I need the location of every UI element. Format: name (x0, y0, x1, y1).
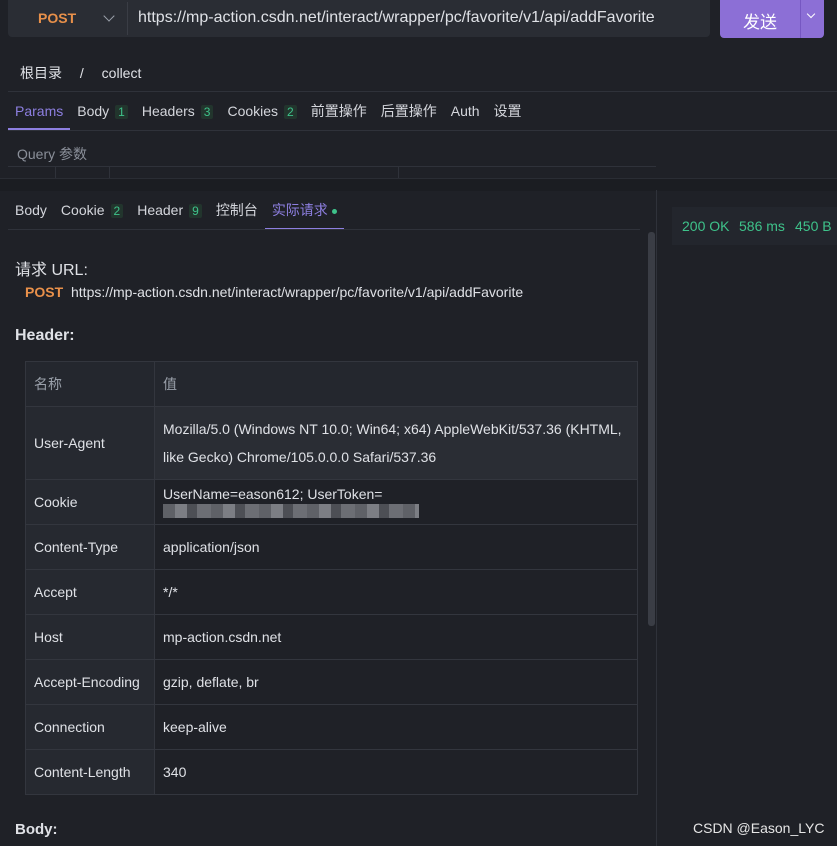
send-button[interactable]: 发送 (720, 0, 824, 38)
breadcrumb: 根目录 / collect (20, 63, 155, 83)
table-row: Connection keep-alive (25, 704, 638, 750)
header-name: Content-Length (25, 749, 155, 795)
url-bar: POST https://mp-action.csdn.net/interact… (8, 0, 710, 37)
tab-pre-operation[interactable]: 前置操作 (304, 92, 374, 130)
table-row: Content-Type application/json (25, 524, 638, 570)
url-input[interactable]: https://mp-action.csdn.net/interact/wrap… (138, 9, 655, 27)
divider (8, 130, 837, 131)
count-badge: 2 (284, 105, 297, 119)
divider (127, 2, 128, 35)
header-value: UserName=eason612; UserToken= (163, 485, 383, 502)
table-row: User-Agent Mozilla/5.0 (Windows NT 10.0;… (25, 406, 638, 480)
header-table: 名称 值 User-Agent Mozilla/5.0 (Windows NT … (25, 361, 638, 795)
header-section-title: Header: (15, 327, 75, 344)
tab-response-body[interactable]: Body (8, 190, 54, 230)
count-badge: 3 (200, 105, 214, 119)
header-value: gzip, deflate, br (154, 659, 638, 705)
body-section-title: Body: (15, 821, 58, 838)
method-select[interactable]: POST (38, 10, 76, 26)
header-value: application/json (154, 524, 638, 570)
tab-headers[interactable]: Headers 3 (135, 92, 221, 130)
tab-body[interactable]: Body 1 (70, 92, 135, 130)
request-url-title: 请求 URL: (15, 262, 88, 279)
tab-response-cookie[interactable]: Cookie 2 (54, 190, 130, 230)
chevron-down-icon[interactable] (101, 6, 119, 28)
breadcrumb-root[interactable]: 根目录 (20, 65, 62, 81)
table-row: Host mp-action.csdn.net (25, 614, 638, 660)
table-row: Content-Length 340 (25, 749, 638, 795)
tab-settings[interactable]: 设置 (487, 92, 529, 130)
header-name: Host (25, 614, 155, 660)
column-header-value: 值 (154, 361, 638, 407)
header-name: Content-Type (25, 524, 155, 570)
tab-response-header[interactable]: Header 9 (130, 190, 209, 230)
request-method: POST (25, 284, 64, 300)
send-button-label[interactable]: 发送 (720, 8, 800, 33)
header-value: keep-alive (154, 704, 638, 750)
divider (8, 229, 640, 230)
header-value: Mozilla/5.0 (Windows NT 10.0; Win64; x64… (154, 406, 638, 480)
header-value-cell: UserName=eason612; UserToken= (154, 479, 638, 525)
breadcrumb-separator: / (79, 65, 84, 81)
header-value: 340 (154, 749, 638, 795)
watermark: CSDN @Eason_LYC (693, 820, 825, 836)
column-header-name: 名称 (25, 361, 155, 407)
chevron-down-icon[interactable] (806, 10, 818, 22)
vertical-splitter[interactable] (656, 190, 657, 846)
header-value: */* (154, 569, 638, 615)
table-header-row: 名称 值 (25, 361, 638, 407)
response-tabs: Body Cookie 2 Header 9 控制台 实际请求 (8, 190, 344, 230)
response-time: 586 ms (739, 218, 785, 234)
tab-auth[interactable]: Auth (444, 92, 487, 130)
query-params-label: Query 参数 (17, 146, 88, 162)
header-name: User-Agent (25, 406, 155, 480)
status-dot-icon (331, 208, 337, 214)
header-name: Accept (25, 569, 155, 615)
header-name: Connection (25, 704, 155, 750)
count-badge: 2 (110, 204, 124, 218)
header-name: Accept-Encoding (25, 659, 155, 705)
scrollbar[interactable] (648, 232, 655, 626)
tab-cookies[interactable]: Cookies 2 (220, 92, 303, 130)
redacted-token (163, 504, 419, 519)
tab-post-operation[interactable]: 后置操作 (374, 92, 444, 130)
response-status: 200 OK 586 ms 450 B (672, 207, 837, 245)
breadcrumb-current: collect (101, 65, 142, 81)
table-row: Accept */* (25, 569, 638, 615)
status-code: 200 OK (682, 218, 730, 234)
count-badge: 1 (115, 105, 128, 119)
table-row: Cookie UserName=eason612; UserToken= (25, 479, 638, 525)
request-url: https://mp-action.csdn.net/interact/wrap… (71, 284, 524, 300)
count-badge: 9 (189, 204, 202, 218)
tab-params[interactable]: Params (8, 92, 71, 130)
request-tabs: Params Body 1 Headers 3 Cookies 2 前置操作 后置操作… (8, 92, 529, 130)
tab-actual-request[interactable]: 实际请求 (264, 190, 344, 230)
divider (800, 0, 801, 38)
table-row: Accept-Encoding gzip, deflate, br (25, 659, 638, 705)
tab-console[interactable]: 控制台 (209, 190, 265, 230)
header-name: Cookie (25, 479, 155, 525)
header-value: mp-action.csdn.net (154, 614, 638, 660)
response-size: 450 B (795, 218, 832, 234)
